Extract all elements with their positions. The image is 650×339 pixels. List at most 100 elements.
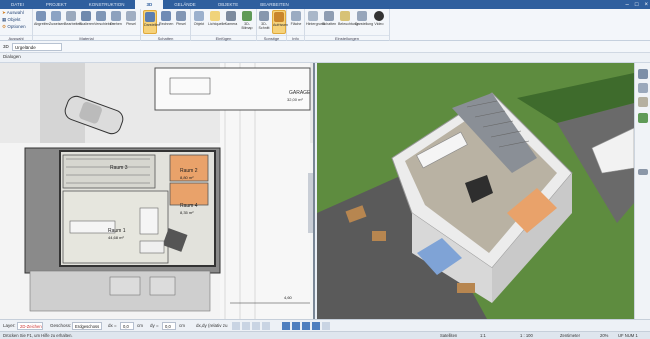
objekt-insert-button[interactable]: Objekt: [192, 10, 206, 34]
bitmap-button[interactable]: 3D-Bilmap: [240, 10, 254, 34]
bearbeiten-button[interactable]: Bearbeiten: [64, 10, 82, 34]
tree-panel-icon[interactable]: [638, 113, 648, 123]
group-einstellungen: Hintergrund Schatten Beleuchtung Darstel…: [305, 9, 390, 41]
skalieren-label: Skalieren: [79, 22, 94, 26]
pinsel-material-button[interactable]: Pinsel: [124, 10, 138, 34]
darstellung-label: Darstellung: [355, 22, 374, 26]
plan-view-2d[interactable]: GARAGE 32,00 m² Raum 1 44,68 m² Raum 2 8…: [0, 63, 315, 319]
material-icon[interactable]: [638, 97, 648, 107]
optionen-button[interactable]: ⚙ Optionen: [2, 23, 26, 31]
gear-icon: ⚙: [2, 24, 7, 29]
dx-input[interactable]: 0,0: [120, 322, 134, 330]
minimize-icon[interactable]: –: [626, 2, 629, 8]
layers-icon[interactable]: [638, 83, 648, 93]
rechnen-button[interactable]: Rechnen: [159, 10, 173, 34]
schnitt-button[interactable]: 3D-Schnitt: [257, 10, 271, 34]
objekt-insert-label: Objekt: [193, 22, 205, 26]
collapse-handle-icon[interactable]: [638, 169, 648, 175]
close-icon[interactable]: ×: [644, 2, 648, 8]
status-unit: Zentimeter: [560, 333, 581, 338]
scale-icon: [81, 11, 91, 21]
snap-icon[interactable]: [232, 322, 240, 330]
chair-icon: [194, 11, 204, 21]
group-schatten: Darstellen Rechnen Pinsel Schatten: [141, 9, 191, 41]
kamera-label: Kamera: [224, 22, 238, 26]
cursor-icon: ➤: [2, 10, 6, 15]
floor-plan-drawing: [0, 63, 313, 319]
lichtquelle-label: Lichtquelle: [208, 22, 226, 26]
view-tools: [282, 322, 330, 330]
measure-icon[interactable]: [282, 322, 290, 330]
dx-label: dx =: [108, 323, 117, 328]
pinsel-label: Pinsel: [126, 22, 136, 26]
tab-projekt[interactable]: Projekt: [35, 0, 78, 9]
camera-icon: [226, 11, 236, 21]
garage-label: GARAGE: [289, 90, 311, 96]
abgreifen-button[interactable]: Abgreifen: [34, 10, 49, 34]
view-icon[interactable]: [638, 69, 648, 79]
room-2-name: Raum 2: [180, 168, 198, 174]
pinsel-schatten-button[interactable]: Pinsel: [174, 10, 188, 34]
dy-label: dy =: [150, 323, 159, 328]
verschieben-button[interactable]: Verschieben: [94, 10, 114, 34]
group-auswahl: ➤ Auswahl ▦ Objekt ⚙ Optionen Auswahl: [0, 9, 33, 41]
elevation-icon: [274, 12, 284, 22]
flaeche-button[interactable]: Fläche: [289, 10, 303, 34]
objekt-label: Objekt: [7, 17, 21, 22]
darstellung-button[interactable]: Darstellung: [355, 10, 374, 34]
rotate-icon: [111, 11, 121, 21]
fit-icon[interactable]: [312, 322, 320, 330]
sun-icon: [340, 11, 350, 21]
geschoss-label: Geschoss:: [50, 323, 72, 328]
house-3d-render: [317, 63, 634, 319]
shadow-settings-icon: [324, 11, 334, 21]
lightbulb-icon: [210, 11, 220, 21]
hintergrund-button[interactable]: Hintergrund: [306, 10, 325, 34]
group-info: Fläche Info: [287, 9, 305, 41]
geschoss-select[interactable]: Erdgeschoss: [72, 322, 102, 330]
tab-objekte[interactable]: Objekte: [207, 0, 250, 9]
brush-icon: [126, 11, 136, 21]
angle-icon[interactable]: [262, 322, 270, 330]
tab-gelaende[interactable]: Gelände: [163, 0, 207, 9]
cross-icon[interactable]: [292, 322, 300, 330]
dialog-bar: Dialogen: [0, 53, 650, 63]
tab-3d[interactable]: 3D: [135, 0, 164, 9]
skalieren-button[interactable]: Skalieren: [79, 10, 94, 34]
zuweisen-button[interactable]: Zuweisen: [49, 10, 64, 34]
tab-konstruktion[interactable]: Konstruktion: [78, 0, 136, 9]
section-icon: [259, 11, 269, 21]
darstellen-button[interactable]: Darstellen: [143, 10, 160, 34]
video-label: Video: [374, 22, 384, 26]
beleuchtung-label: Beleuchtung: [338, 22, 358, 26]
dy-input[interactable]: 0,0: [162, 322, 176, 330]
ortho-icon[interactable]: [252, 322, 260, 330]
layer-select[interactable]: 2D-Zeichen: [17, 322, 43, 330]
view-mode-label: 3D: [3, 44, 9, 49]
room-4-area: 8,35 m²: [180, 210, 194, 215]
kamera-button[interactable]: Kamera: [224, 10, 238, 34]
beleuchtung-button[interactable]: Beleuchtung: [338, 10, 358, 34]
video-button[interactable]: Video: [372, 10, 386, 34]
tab-bearbeiten[interactable]: Bearbeiten: [249, 0, 300, 9]
bearbeiten-label: Bearbeiten: [64, 22, 82, 26]
terrain-select[interactable]: Urgelände: [12, 43, 62, 51]
lichtquelle-button[interactable]: Lichtquelle: [208, 10, 226, 34]
edit-icon: [66, 11, 76, 21]
assign-icon: [51, 11, 61, 21]
rotate-view-icon[interactable]: [302, 322, 310, 330]
calc-icon: [161, 11, 171, 21]
settings-icon[interactable]: [322, 322, 330, 330]
room-3-name: Raum 3: [110, 165, 128, 171]
area-icon: [291, 11, 301, 21]
perspective-view-3d[interactable]: [317, 63, 634, 319]
schatten-settings-button[interactable]: Schatten: [322, 10, 336, 34]
maximize-icon[interactable]: □: [635, 2, 639, 8]
drehen-button[interactable]: Drehen: [109, 10, 123, 34]
window-controls: – □ ×: [626, 0, 648, 9]
aufrissen-button[interactable]: Aufrissen: [272, 10, 288, 34]
grid-icon[interactable]: [242, 322, 250, 330]
tab-datei[interactable]: Datei: [0, 0, 35, 9]
status-hint: Drücken Sie F1, um Hilfe zu erhalten.: [3, 333, 73, 338]
group-material: Abgreifen Zuweisen Bearbeiten Skalieren …: [33, 9, 141, 41]
